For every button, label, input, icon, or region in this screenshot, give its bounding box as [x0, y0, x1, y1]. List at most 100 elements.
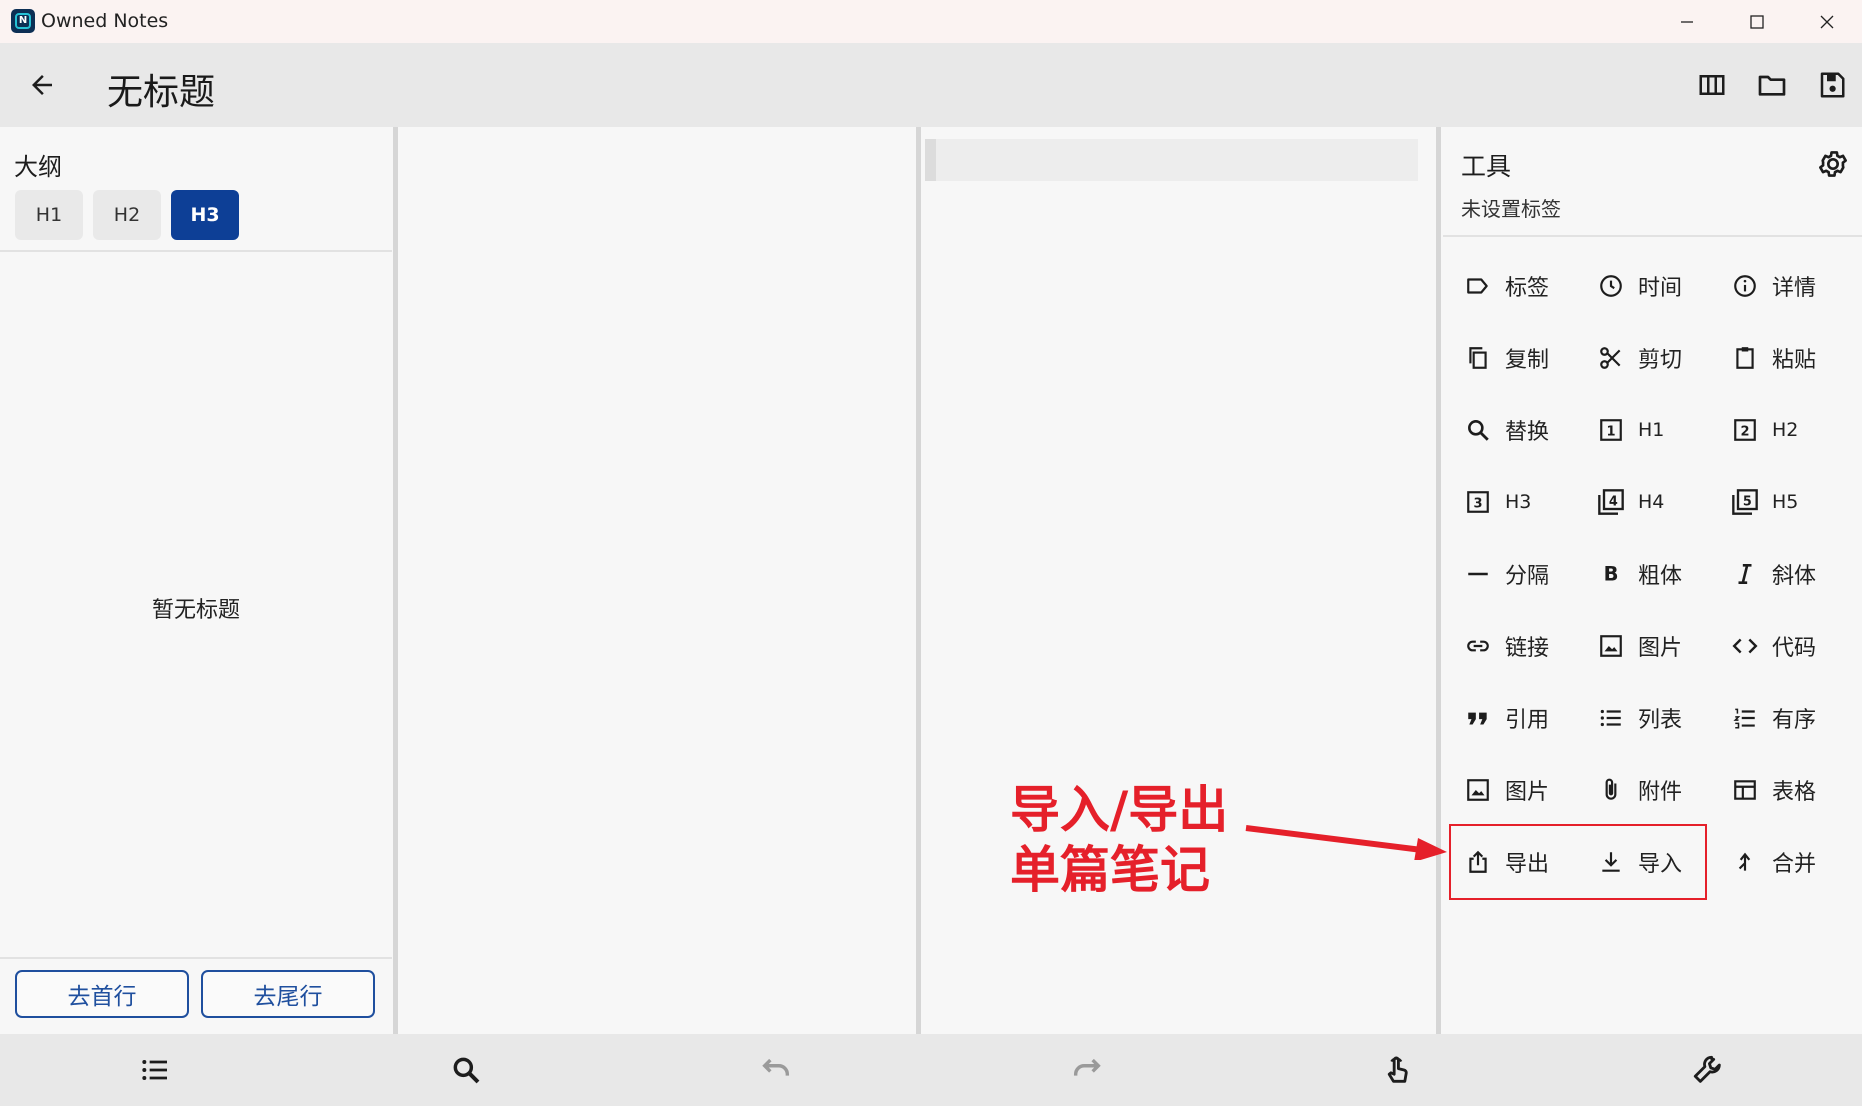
filter-h1-button[interactable]: H1 [15, 190, 83, 240]
image-icon [1596, 631, 1626, 661]
search-icon [453, 1057, 480, 1084]
folder-button[interactable] [1752, 65, 1792, 105]
tool-label: 有序 [1772, 708, 1817, 733]
tool-label: 斜体 [1772, 564, 1817, 589]
table-icon [1730, 775, 1760, 805]
italic-icon [1730, 559, 1760, 589]
h2-box-icon: 2 [1730, 415, 1760, 445]
label-icon [1463, 271, 1493, 301]
annotation-callout: 导入/导出 单篇笔记 [1010, 780, 1250, 900]
tool-details-button[interactable]: 详情 [1708, 258, 1836, 314]
scissors-icon [1596, 343, 1626, 373]
tool-label: 详情 [1772, 276, 1817, 301]
h5-box-icon: 5 [1730, 487, 1760, 517]
close-button[interactable] [1792, 0, 1862, 43]
minimize-icon [1681, 20, 1693, 23]
tool-label: 图片 [1505, 780, 1550, 805]
annotation-line: 导入/导出 [1010, 781, 1229, 839]
tool-replace-button[interactable]: 替换 [1441, 402, 1569, 458]
back-button[interactable] [22, 65, 62, 105]
info-icon [1730, 271, 1760, 301]
attachment-icon [1596, 775, 1626, 805]
h1-box-icon: 1 [1596, 415, 1626, 445]
svg-text:2: 2 [1740, 424, 1749, 439]
tools-title: 工具 [1461, 152, 1512, 181]
close-icon [1820, 15, 1834, 28]
bottom-toolbar [0, 1034, 1862, 1106]
save-button[interactable] [1812, 65, 1852, 105]
save-icon [1820, 72, 1845, 98]
tool-time-button[interactable]: 时间 [1574, 258, 1702, 314]
outline-empty-message: 暂无标题 [151, 598, 240, 623]
svg-text:1: 1 [1606, 424, 1615, 439]
wrench-icon [1693, 1055, 1721, 1083]
tool-label: 剪切 [1638, 348, 1683, 373]
tool-label: 引用 [1505, 708, 1550, 733]
tool-table-button[interactable]: 表格 [1708, 762, 1836, 818]
tool-label: 复制 [1505, 348, 1550, 373]
tool-ordered-list-button[interactable]: 有序 [1708, 690, 1836, 746]
tool-italic-button[interactable]: 斜体 [1708, 546, 1836, 602]
tool-label: 图片 [1638, 636, 1683, 661]
search-button[interactable] [446, 1050, 486, 1090]
outline-panel: 大纲 H1 H2 H3 暂无标题 去首行 去尾行 [0, 127, 392, 1034]
outline-title: 大纲 [14, 153, 62, 181]
clock-icon [1596, 271, 1626, 301]
filter-h2-button[interactable]: H2 [93, 190, 161, 240]
tool-bold-button[interactable]: B 粗体 [1574, 546, 1702, 602]
tool-divider-button[interactable]: 分隔 [1441, 546, 1569, 602]
tool-h1-button[interactable]: 1 H1 [1574, 402, 1702, 458]
tool-attachment-button[interactable]: 附件 [1574, 762, 1702, 818]
tool-h4-button[interactable]: 4 H4 [1574, 474, 1702, 530]
undo-button[interactable] [756, 1050, 796, 1090]
outline-toggle-button[interactable] [135, 1050, 175, 1090]
tool-image-button[interactable]: 图片 [1574, 618, 1702, 674]
tool-h5-button[interactable]: 5 H5 [1708, 474, 1836, 530]
annotation-highlight-box [1449, 824, 1707, 900]
columns-button[interactable] [1692, 65, 1732, 105]
annotation-arrow [1245, 825, 1447, 860]
tools-toggle-button[interactable] [1688, 1050, 1728, 1090]
settings-button[interactable] [1814, 145, 1852, 183]
tool-label: 表格 [1772, 780, 1817, 805]
redo-button[interactable] [1067, 1050, 1107, 1090]
minimize-button[interactable] [1652, 0, 1722, 43]
tool-label: H2 [1772, 419, 1799, 441]
horizontal-rule-icon [1463, 559, 1493, 589]
tool-label: 合并 [1772, 852, 1817, 877]
divider [1443, 235, 1862, 237]
tool-link-button[interactable]: 链接 [1441, 618, 1569, 674]
numbered-list-icon [1730, 703, 1760, 733]
bold-icon: B [1596, 559, 1626, 589]
tool-code-button[interactable]: 代码 [1708, 618, 1836, 674]
window-title: Owned Notes [41, 10, 169, 32]
editor-textarea[interactable] [398, 127, 915, 1034]
tool-h3-button[interactable]: 3 H3 [1441, 474, 1569, 530]
tool-tag-button[interactable]: 标签 [1441, 258, 1569, 314]
go-first-line-button[interactable]: 去首行 [15, 970, 189, 1018]
tool-cut-button[interactable]: 剪切 [1574, 330, 1702, 386]
filter-h3-button[interactable]: H3 [171, 190, 239, 240]
quote-icon [1463, 703, 1493, 733]
divider [0, 957, 392, 959]
tool-copy-button[interactable]: 复制 [1441, 330, 1569, 386]
tool-label: 粘贴 [1772, 348, 1817, 373]
go-last-line-button[interactable]: 去尾行 [201, 970, 375, 1018]
merge-icon [1730, 847, 1760, 877]
tool-h2-button[interactable]: 2 H2 [1708, 402, 1836, 458]
tool-paste-button[interactable]: 粘贴 [1708, 330, 1836, 386]
svg-text:B: B [1604, 563, 1619, 586]
tool-label: H3 [1505, 491, 1532, 513]
h3-box-icon: 3 [1463, 487, 1493, 517]
tool-quote-button[interactable]: 引用 [1441, 690, 1569, 746]
tool-label: 时间 [1638, 276, 1683, 301]
arrow-left-icon [32, 75, 52, 95]
tool-picture-button[interactable]: 图片 [1441, 762, 1569, 818]
maximize-button[interactable] [1722, 0, 1792, 43]
gear-icon [1819, 151, 1847, 177]
tool-list-button[interactable]: 列表 [1574, 690, 1702, 746]
tool-merge-button[interactable]: 合并 [1708, 834, 1836, 890]
tool-label: H1 [1638, 419, 1665, 441]
touch-mode-button[interactable] [1377, 1050, 1417, 1090]
divider [0, 250, 392, 252]
